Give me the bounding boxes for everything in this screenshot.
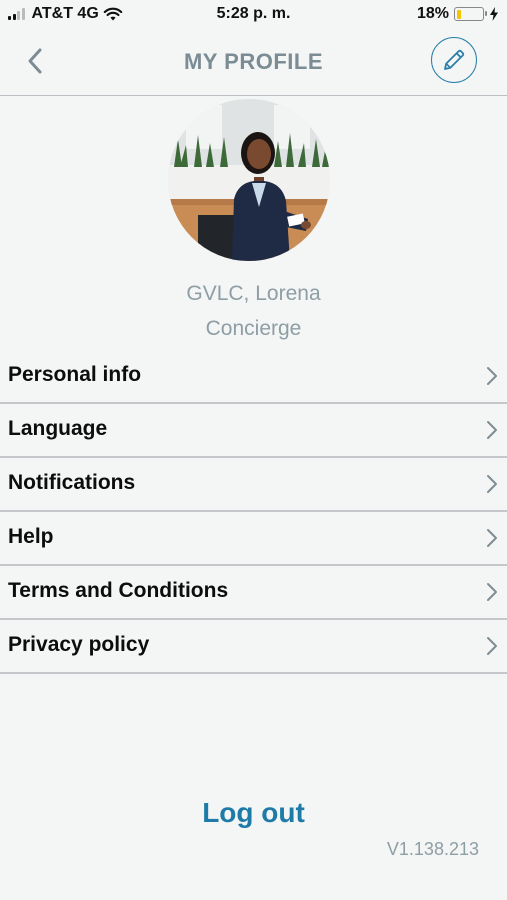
settings-menu: Personal info Language Notifications Hel… [0,350,507,674]
menu-item-label: Help [8,525,54,548]
menu-item-language[interactable]: Language [0,404,507,458]
status-right: 18% [417,5,499,23]
menu-item-privacy-policy[interactable]: Privacy policy [0,620,507,674]
app-version: V1.138.213 [386,839,479,859]
menu-item-label: Terms and Conditions [8,579,229,602]
chevron-right-icon [487,637,497,655]
logout-button[interactable]: Log out [0,797,507,829]
edit-profile-button[interactable] [431,37,477,83]
menu-item-notifications[interactable]: Notifications [0,458,507,512]
chevron-right-icon [487,583,497,601]
header-bar: MY PROFILE [0,30,507,96]
chevron-right-icon [487,421,497,439]
battery-percent: 18% [416,5,449,22]
chevron-right-icon [487,475,497,493]
avatar [168,99,330,261]
menu-item-label: Notifications [8,471,136,494]
charging-bolt-icon [490,7,498,21]
profile-photo [168,99,330,261]
menu-item-label: Privacy policy [8,633,150,656]
pencil-icon [444,49,465,70]
menu-item-help[interactable]: Help [0,512,507,566]
profile-name: GVLC, Lorena [186,282,321,305]
battery-fill [456,9,461,19]
menu-item-personal-info[interactable]: Personal info [0,350,507,404]
menu-item-label: Personal info [8,363,142,386]
menu-item-terms[interactable]: Terms and Conditions [0,566,507,620]
chevron-right-icon [487,367,497,385]
status-bar: AT&T 4G 5:28 p. m. 18% [0,0,507,30]
menu-item-label: Language [8,417,108,440]
chevron-right-icon [487,529,497,547]
profile-role: Concierge [205,317,302,340]
battery-icon [454,7,487,21]
